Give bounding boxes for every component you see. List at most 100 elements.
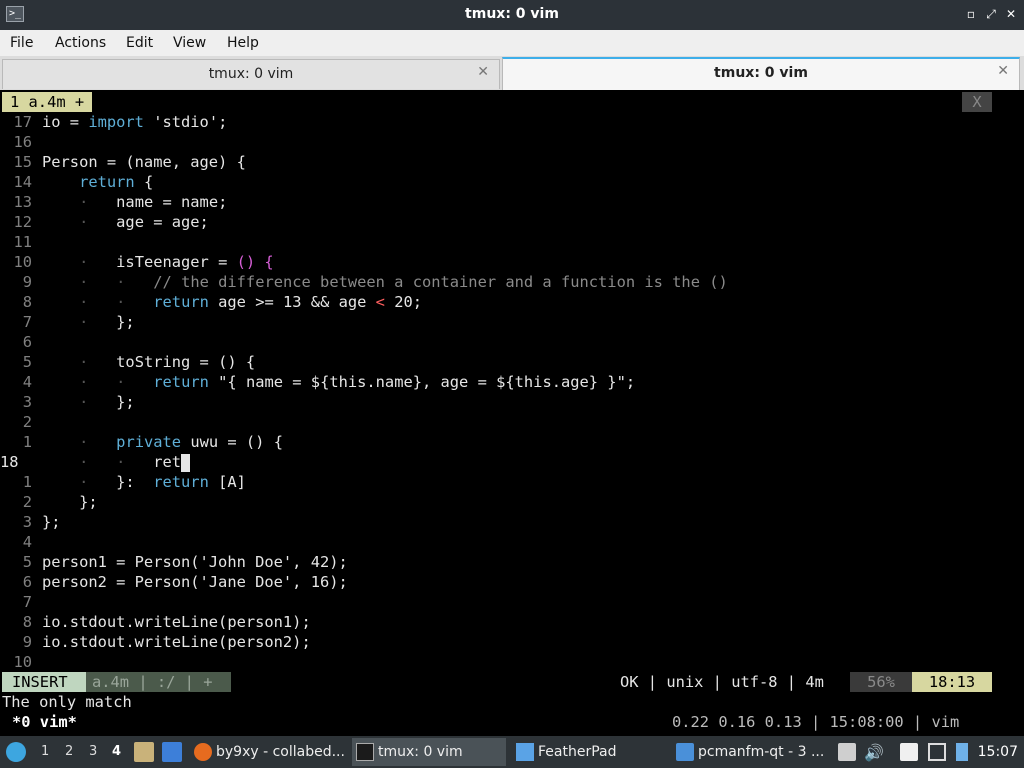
vim-cursor-position: 18:13 [912, 672, 992, 692]
terminal-area[interactable]: 1 a.4m + X 17 io = import 'stdio'; 16 15 Per… [0, 90, 1024, 733]
start-menu-icon[interactable] [6, 742, 26, 762]
line-text: Person = (name, age) { [42, 153, 246, 171]
network-icon[interactable] [956, 743, 968, 761]
terminal-icon [356, 743, 374, 761]
vim-message: The only match [2, 693, 132, 711]
line-text: · · // the difference between a containe… [79, 273, 728, 291]
line-number: 4 [22, 373, 32, 391]
task-label: by9xy - collabed... [216, 744, 345, 760]
line-number: 5 [22, 553, 32, 571]
menu-view[interactable]: View [173, 35, 206, 51]
line-number: 9 [22, 633, 32, 651]
line-number: 14 [13, 173, 32, 191]
clipboard-icon[interactable] [838, 743, 856, 761]
line-number: 17 [13, 113, 32, 131]
line-number: 11 [13, 233, 32, 251]
line-text: · · return "{ name = ${this.name}, age =… [79, 373, 636, 391]
line-text: }; [42, 493, 98, 511]
menu-file[interactable]: File [10, 35, 33, 51]
vim-file-format: OK | unix | utf-8 | 4m [620, 673, 824, 691]
tmux-statusbar: *0 vim* 0.22 0.16 0.13 | 15:08:00 | vim [0, 712, 1024, 732]
line-text: io.stdout.writeLine(person1); [42, 613, 311, 631]
notes-tray-icon[interactable] [900, 743, 918, 761]
line-text: · · return age >= 13 && age < 20; [79, 293, 423, 311]
vim-file-info: a.4m | :/ | + [86, 672, 231, 692]
task-label: FeatherPad [538, 744, 617, 760]
line-text: io.stdout.writeLine(person2); [42, 633, 311, 651]
line-number: 10 [13, 253, 32, 271]
line-text: }; [42, 513, 61, 531]
line-text: · isTeenager = () { [79, 253, 274, 271]
workspace-1[interactable]: 1 [41, 744, 49, 759]
vim-buffer-close[interactable]: X [962, 92, 992, 112]
line-text: · toString = () { [79, 353, 256, 371]
clock[interactable]: 15:07 [978, 744, 1018, 760]
display-icon[interactable] [928, 743, 946, 761]
close-button[interactable]: ✕ [1002, 5, 1020, 23]
tab-close-icon[interactable]: ✕ [997, 63, 1009, 79]
menu-edit[interactable]: Edit [126, 35, 153, 51]
tab-terminal-2[interactable]: tmux: 0 vim ✕ [502, 57, 1020, 90]
volume-icon[interactable]: 🔊 [864, 743, 884, 762]
task-pcmanfm[interactable]: pcmanfm-qt - 3 ... [672, 738, 828, 766]
vim-tabline: 1 a.4m + X [2, 92, 992, 112]
line-number: 8 [22, 293, 32, 311]
tab-terminal-1[interactable]: tmux: 0 vim ✕ [2, 59, 500, 89]
line-number: 1 [22, 433, 32, 451]
line-number: 2 [22, 413, 32, 431]
line-number: 15 [13, 153, 32, 171]
line-text: · age = age; [79, 213, 209, 231]
line-number: 8 [22, 613, 32, 631]
workspace-4[interactable]: 4 [112, 744, 121, 759]
line-number: 7 [22, 593, 32, 611]
line-text: · · ret [42, 452, 191, 472]
line-text: person1 = Person('John Doe', 42); [42, 553, 348, 571]
line-text: · }: return [A] [79, 473, 246, 491]
task-firefox[interactable]: by9xy - collabed... [190, 738, 348, 766]
notes-launcher-icon[interactable] [134, 742, 154, 762]
maximize-button[interactable]: ⤢ [982, 5, 1000, 23]
menu-help[interactable]: Help [227, 35, 259, 51]
line-number: 6 [22, 573, 32, 591]
vim-mode: INSERT [2, 672, 86, 692]
line-number: 16 [13, 133, 32, 151]
line-number: 18 [0, 453, 19, 471]
workspace-2[interactable]: 2 [65, 744, 73, 759]
line-number: 2 [22, 493, 32, 511]
line-number: 3 [22, 513, 32, 531]
folder-icon [676, 743, 694, 761]
desktop-launcher-icon[interactable] [162, 742, 182, 762]
line-text: · }; [79, 313, 135, 331]
line-number: 3 [22, 393, 32, 411]
task-tmux[interactable]: tmux: 0 vim [352, 738, 506, 766]
vim-statusline: INSERT a.4m | :/ | + OK | unix | utf-8 |… [0, 672, 1024, 692]
window-titlebar: >_ tmux: 0 vim ▫ ⤢ ✕ [0, 0, 1024, 30]
tab-close-icon[interactable]: ✕ [477, 64, 489, 80]
line-number: 13 [13, 193, 32, 211]
line-text: io = import 'stdio'; [42, 113, 228, 131]
tmux-status-right: 0.22 0.16 0.13 | 15:08:00 | vim [672, 713, 960, 731]
task-featherpad[interactable]: FeatherPad [512, 738, 666, 766]
line-number: 9 [22, 273, 32, 291]
line-text: · }; [79, 393, 135, 411]
line-number: 12 [13, 213, 32, 231]
line-number: 10 [13, 653, 32, 671]
vim-buffer-tab[interactable]: 1 a.4m + [2, 92, 93, 112]
line-text: return { [79, 173, 154, 191]
tab-label: tmux: 0 vim [208, 66, 294, 82]
line-number: 4 [22, 533, 32, 551]
menu-actions[interactable]: Actions [55, 35, 106, 51]
tmux-window[interactable]: *0 vim* [12, 712, 77, 732]
tab-bar: tmux: 0 vim ✕ tmux: 0 vim ✕ [0, 56, 1024, 90]
workspace-3[interactable]: 3 [89, 744, 97, 759]
menu-bar: File Actions Edit View Help [0, 30, 1024, 56]
line-number: 5 [22, 353, 32, 371]
featherpad-icon [516, 743, 534, 761]
vim-percent: 56% [850, 672, 912, 692]
task-label: tmux: 0 vim [378, 744, 463, 760]
minimize-button[interactable]: ▫ [962, 5, 980, 23]
window-title: tmux: 0 vim [465, 6, 559, 22]
line-text: · private uwu = () { [79, 433, 283, 451]
line-text: person2 = Person('Jane Doe', 16); [42, 573, 348, 591]
taskbar: 1 2 3 4 by9xy - collabed... tmux: 0 vim … [0, 736, 1024, 768]
